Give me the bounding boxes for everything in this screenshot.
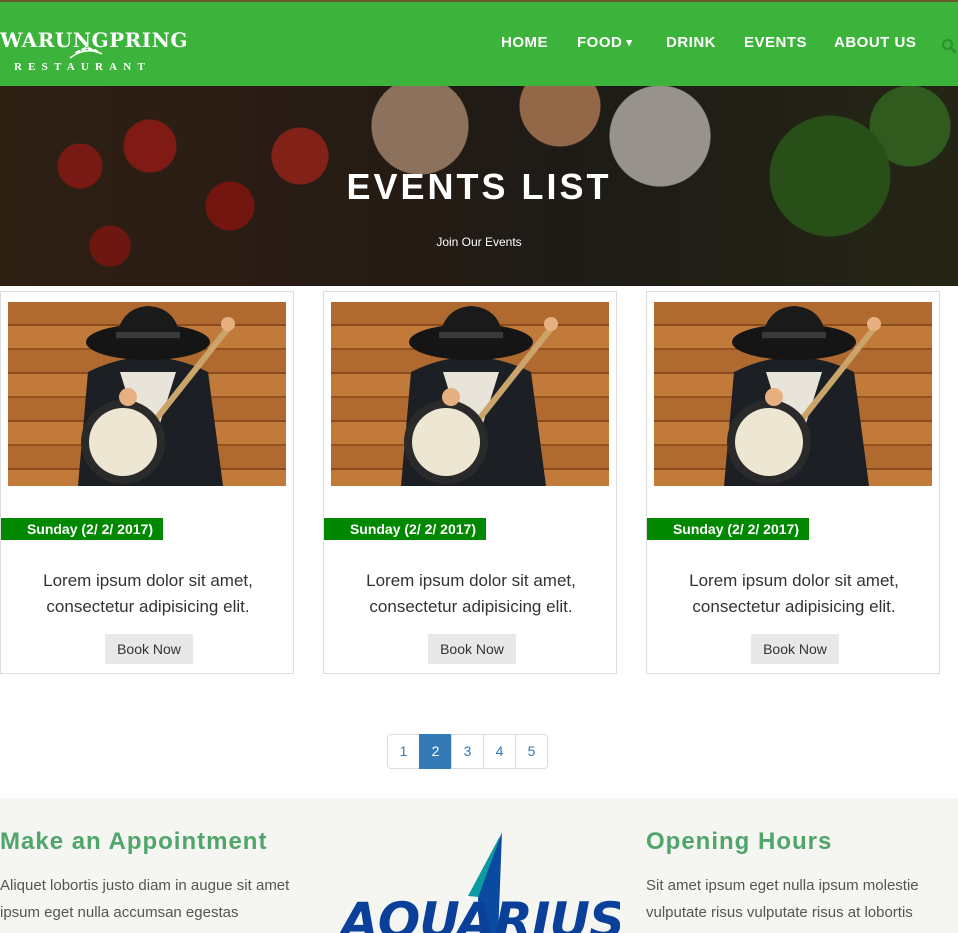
event-image — [654, 302, 932, 486]
pagination: 1 2 3 4 5 — [387, 734, 548, 769]
nav-drink[interactable]: DRINK — [666, 34, 716, 51]
nav-food[interactable]: FOOD ▾ — [577, 34, 632, 51]
banjo-player-illustration — [724, 306, 882, 486]
event-card: Sunday (2/ 2/ 2017) Lorem ipsum dolor si… — [646, 291, 940, 674]
event-card: Sunday (2/ 2/ 2017) Lorem ipsum dolor si… — [323, 291, 617, 674]
wheat-leaf-icon — [69, 47, 103, 59]
event-description: Lorem ipsum dolor sit amet, consectetur … — [43, 571, 253, 616]
book-now-button[interactable]: Book Now — [751, 634, 839, 664]
search-icon[interactable] — [941, 38, 957, 54]
book-now-button[interactable]: Book Now — [105, 634, 193, 664]
page-link-2-active[interactable]: 2 — [419, 734, 452, 769]
event-date: Sunday (2/ 2/ 2017) — [324, 518, 486, 540]
partner-logo-text: AQUARIUS — [340, 892, 620, 933]
site-header: WARUNGPRING RESTAURANT HOME FOOD ▾ DRINK … — [0, 0, 958, 86]
page-link-5[interactable]: 5 — [515, 734, 548, 769]
nav-food-label: FOOD — [577, 34, 623, 51]
banjo-player-illustration — [401, 306, 559, 486]
book-now-button[interactable]: Book Now — [428, 634, 516, 664]
page-link-1[interactable]: 1 — [387, 734, 420, 769]
nav-home[interactable]: HOME — [501, 34, 548, 51]
opening-hours-heading: Opening Hours — [646, 828, 833, 855]
site-footer: Make an Appointment Aliquet lobortis jus… — [0, 798, 958, 933]
chevron-down-icon: ▾ — [626, 37, 633, 49]
nav-about-us[interactable]: ABOUT US — [834, 34, 916, 51]
event-card: Sunday (2/ 2/ 2017) Lorem ipsum dolor si… — [0, 291, 294, 674]
page-subtitle: Join Our Events — [436, 235, 522, 249]
page-link-4[interactable]: 4 — [483, 734, 516, 769]
hero-banner: EVENTS LIST Join Our Events — [0, 86, 958, 286]
partner-logo: AQUARIUS — [340, 832, 620, 933]
event-date: Sunday (2/ 2/ 2017) — [647, 518, 809, 540]
event-description: Lorem ipsum dolor sit amet, consectetur … — [689, 571, 899, 616]
banjo-player-illustration — [78, 306, 236, 486]
event-image — [331, 302, 609, 486]
brand-logo[interactable]: WARUNGPRING RESTAURANT — [0, 22, 188, 76]
opening-hours-text: Sit amet ipsum eget nulla ipsum molestie… — [646, 877, 919, 921]
event-image — [8, 302, 286, 486]
nav-events[interactable]: EVENTS — [744, 34, 807, 51]
brand-tagline: RESTAURANT — [14, 61, 151, 73]
event-description: Lorem ipsum dolor sit amet, consectetur … — [366, 571, 576, 616]
event-date: Sunday (2/ 2/ 2017) — [1, 518, 163, 540]
appointment-heading: Make an Appointment — [0, 828, 268, 855]
page-link-3[interactable]: 3 — [451, 734, 484, 769]
page-title: EVENTS LIST — [346, 166, 612, 207]
appointment-text: Aliquet lobortis justo diam in augue sit… — [0, 877, 290, 921]
